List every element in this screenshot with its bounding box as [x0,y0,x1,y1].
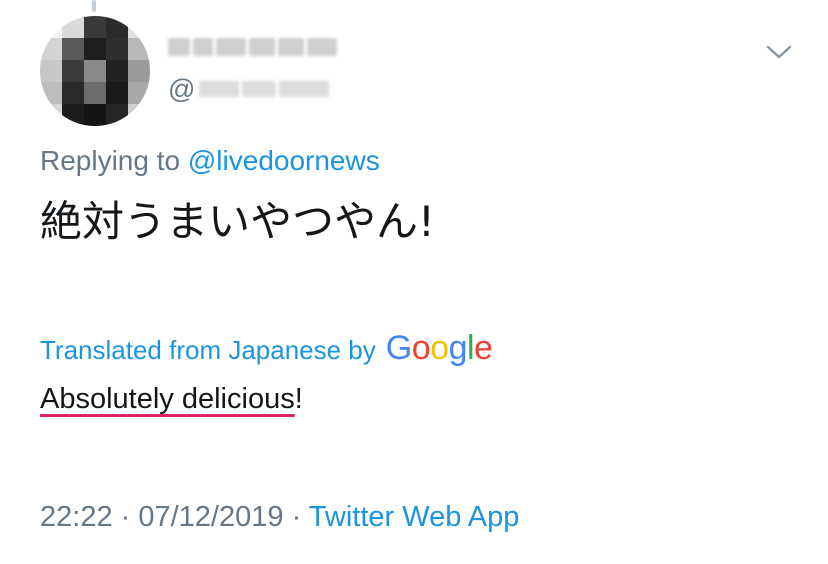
google-letter: G [385,329,412,367]
google-logo: Google [386,330,493,366]
avatar[interactable] [40,16,150,126]
thread-connector-line [92,0,96,12]
redacted-block [193,38,213,56]
display-name-redacted[interactable] [168,34,337,60]
translated-text: Absolutely delicious! [40,380,303,418]
meta-separator: · [112,501,139,533]
handle-redacted [199,81,330,97]
tweet-menu-button[interactable] [764,40,794,64]
redacted-block [199,81,240,97]
redacted-block [216,38,246,56]
redacted-block [307,38,337,56]
author-info[interactable]: @ [168,34,337,104]
google-letter: l [466,329,475,367]
redacted-block [278,38,304,56]
tweet-text: 絶対うまいやつやん! [40,197,435,246]
user-handle[interactable]: @ [168,74,337,104]
tweet-card: @ Replying to @livedoornews 絶対うまいやつやん! T… [0,0,828,564]
translated-text-rest: ! [294,383,303,415]
redacted-block [279,81,330,97]
tweet-source-link[interactable]: Twitter Web App [309,501,520,533]
google-letter: o [430,329,449,367]
pixelated-avatar-image [40,16,150,126]
translation-attribution: Translated from Japanese by Google [40,330,493,368]
redacted-block [242,81,277,97]
tweet-date[interactable]: 07/12/2019 [138,501,283,533]
google-letter: g [448,329,468,367]
reply-mention-link[interactable]: @livedoornews [188,145,380,176]
google-letter: e [474,329,493,367]
tweet-time[interactable]: 22:22 [40,501,113,533]
translated-text-underlined: Absolutely delicious [40,383,295,415]
translated-from-label: Translated from Japanese by [40,335,376,365]
redacted-block [249,38,275,56]
meta-separator: · [283,501,309,533]
replying-to-label: Replying to [40,145,188,176]
tweet-meta: 22:22 · 07/12/2019 · Twitter Web App [40,498,519,536]
google-letter: o [411,329,431,367]
redacted-block [168,38,190,56]
chevron-down-icon [766,45,792,59]
handle-at-symbol: @ [168,74,196,104]
replying-to-line: Replying to @livedoornews [40,144,380,178]
